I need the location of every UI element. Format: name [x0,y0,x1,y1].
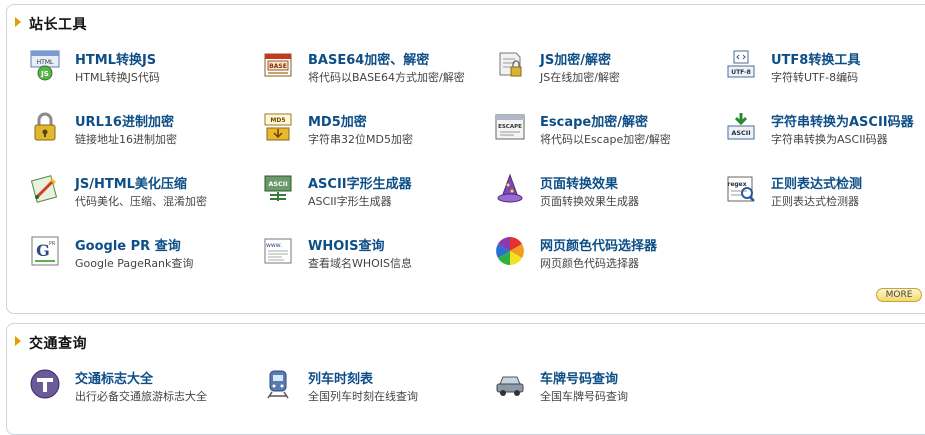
tool-item-ascii-glyph[interactable]: ASCII ASCII字形生成器 ASCII字形生成器 [262,173,492,217]
tool-desc: 正则表达式检测器 [771,195,859,208]
tool-item-ascii-convert[interactable]: ASCII 字符串转换为ASCII码器 字符串转换为ASCII码器 [725,111,925,155]
train-icon [267,370,289,399]
tool-item-whois[interactable]: www. WHOIS查询 查看域名WHOIS信息 [262,235,492,279]
ascii-glyph-icon-text: ASCII [268,180,287,188]
tool-title[interactable]: Google PR 查询 [75,235,181,254]
utf8-icon: UTF-8 [727,50,755,78]
tool-desc: 页面转换效果生成器 [540,195,639,208]
tool-title[interactable]: URL16进制加密 [75,111,174,130]
tool-desc: 全国列车时刻在线查询 [308,390,418,403]
js-encrypt-icon [499,52,522,77]
escape-icon-text: ESCAPE [498,124,522,130]
google-pr-icon-text: PR [49,241,56,247]
md5-icon: MD5 [264,113,292,141]
utf8-icon-text: UTF-8 [731,69,751,76]
md5-icon-text: MD5 [270,117,285,124]
html-js-icon-text: HTML [37,59,54,66]
traffic-header: 交通查询 [15,333,87,353]
tool-title[interactable]: BASE64加密、解密 [308,49,429,68]
car-icon [496,376,524,396]
tool-title[interactable]: 列车时刻表 [308,368,373,387]
more-button[interactable]: MORE [876,288,922,302]
tool-desc: Google PageRank查询 [75,257,194,270]
regex-icon: regex [727,176,755,202]
tool-item-beautify[interactable]: JS/HTML美化压缩 代码美化、压缩、混淆加密 [29,173,259,217]
base64-icon-text: BASE [269,63,287,70]
site-tools-panel: 站长工具 HTML JS HTML转换JS HTML转换JS代码 BASE BA… [6,4,925,314]
tool-desc: 字符串32位MD5加密 [308,133,413,146]
escape-icon: ESCAPE [495,114,525,140]
tool-title[interactable]: Escape加密/解密 [540,111,648,130]
header-arrow-icon [15,336,21,346]
ascii-convert-icon: ASCII [727,113,755,140]
tool-item-html-js[interactable]: HTML JS HTML转换JS HTML转换JS代码 [29,49,259,93]
tool-desc: 将代码以BASE64方式加密/解密 [308,71,465,84]
color-wheel-icon [496,237,524,265]
tool-desc: 代码美化、压缩、混淆加密 [75,195,207,208]
tool-title[interactable]: 网页颜色代码选择器 [540,235,657,254]
tool-item-regex[interactable]: regex 正则表达式检测 正则表达式检测器 [725,173,925,217]
site-tools-header-label: 站长工具 [29,17,87,33]
tool-item-google-pr[interactable]: G PR Google PR 查询 Google PageRank查询 [29,235,259,279]
tool-title[interactable]: 字符串转换为ASCII码器 [771,111,914,130]
tool-title[interactable]: JS加密/解密 [540,49,611,68]
header-arrow-icon [15,17,21,27]
tool-title[interactable]: 车牌号码查询 [540,368,618,387]
html-js-icon: HTML JS [30,50,60,81]
tool-item-escape[interactable]: ESCAPE Escape加密/解密 将代码以Escape加密/解密 [494,111,724,155]
ascii-glyph-icon: ASCII [264,175,292,201]
tool-desc: 字符转UTF-8编码 [771,71,859,84]
tool-title[interactable]: JS/HTML美化压缩 [75,173,187,192]
traffic-item-signs[interactable]: 交通标志大全 出行必备交通旅游标志大全 [29,368,259,412]
tool-desc: HTML转换JS代码 [75,71,160,84]
tool-item-url16[interactable]: URL16进制加密 链接地址16进制加密 [29,111,259,155]
tool-desc: JS在线加密/解密 [540,71,620,84]
tool-item-base64[interactable]: BASE BASE64加密、解密 将代码以BASE64方式加密/解密 [262,49,492,93]
whois-icon: www. [264,238,292,264]
traffic-sign-icon [30,369,60,399]
tool-desc: 网页颜色代码选择器 [540,257,639,270]
base64-icon: BASE [264,53,292,77]
tool-desc: 字符串转换为ASCII码器 [771,133,888,146]
tool-desc: 链接地址16进制加密 [75,133,177,146]
ascii-convert-icon-text: ASCII [731,129,750,137]
tool-desc: 查看域名WHOIS信息 [308,257,413,270]
google-pr-icon: G PR [31,236,59,266]
site-tools-header: 站长工具 [15,14,87,34]
tool-title[interactable]: HTML转换JS [75,49,156,68]
tool-desc: 出行必备交通旅游标志大全 [75,390,207,403]
tool-desc: ASCII字形生成器 [308,195,392,208]
tool-desc: 将代码以Escape加密/解密 [540,133,671,146]
tool-title[interactable]: 交通标志大全 [75,368,153,387]
whois-icon-text: www. [266,242,282,249]
tool-title[interactable]: UTF8转换工具 [771,49,860,68]
tool-title[interactable]: WHOIS查询 [308,235,384,254]
tool-item-color-picker[interactable]: 网页颜色代码选择器 网页颜色代码选择器 [494,235,724,279]
tool-title[interactable]: 页面转换效果 [540,173,618,192]
traffic-header-label: 交通查询 [29,336,87,352]
tool-title[interactable]: MD5加密 [308,111,367,130]
tool-item-page-transition[interactable]: 页面转换效果 页面转换效果生成器 [494,173,724,217]
html-js-icon-js-text: JS [40,70,49,78]
beautify-icon [30,175,58,203]
padlock-icon [34,112,56,141]
tool-item-md5[interactable]: MD5 MD5加密 字符串32位MD5加密 [262,111,492,155]
traffic-item-train[interactable]: 列车时刻表 全国列车时刻在线查询 [262,368,492,412]
tool-title[interactable]: ASCII字形生成器 [308,173,412,192]
traffic-panel: 交通查询 交通标志大全 出行必备交通旅游标志大全 列车时刻表 全国列车时刻在线查… [6,323,925,435]
regex-icon-text: regex [727,181,746,188]
tool-item-js-encrypt[interactable]: JS加密/解密 JS在线加密/解密 [494,49,724,93]
tool-desc: 全国车牌号码查询 [540,390,628,403]
wizard-hat-icon [497,173,523,203]
traffic-item-car[interactable]: 车牌号码查询 全国车牌号码查询 [494,368,724,412]
tool-item-utf8[interactable]: UTF-8 UTF8转换工具 字符转UTF-8编码 [725,49,925,93]
tool-title[interactable]: 正则表达式检测 [771,173,862,192]
